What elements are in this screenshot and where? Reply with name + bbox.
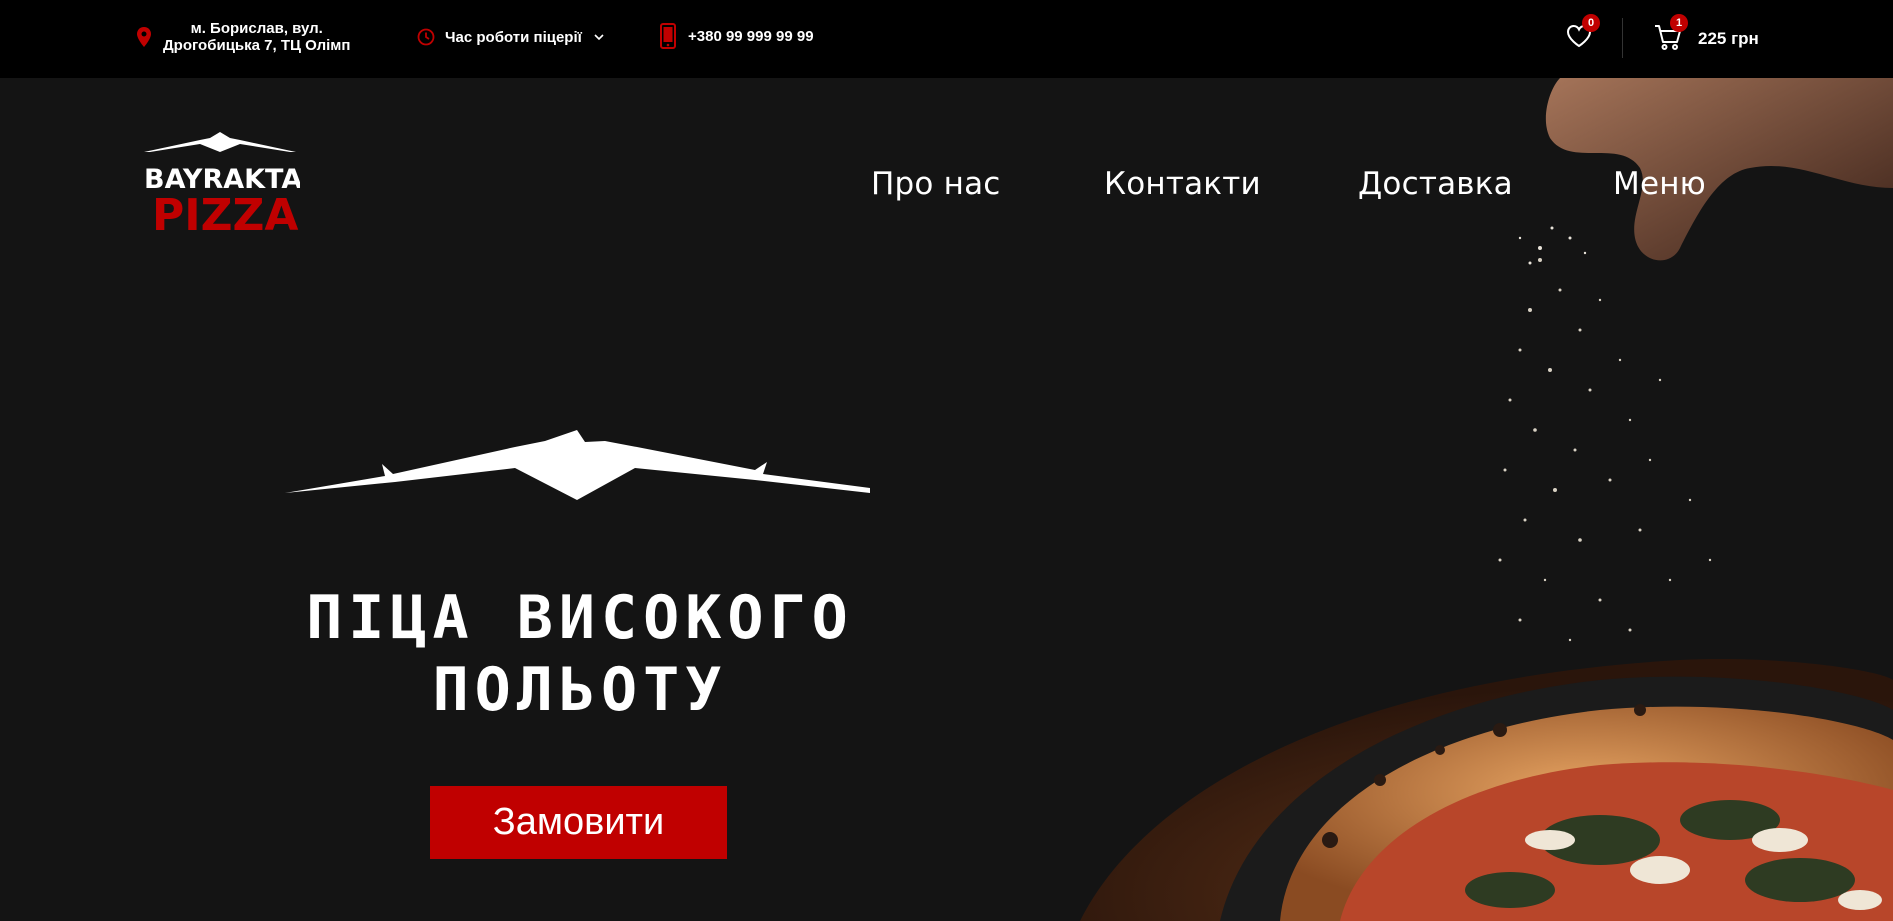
top-bar: м. Борислав, вул. Дрогобицька 7, ТЦ Олім… xyxy=(0,0,1893,78)
location-pin-icon xyxy=(137,27,151,47)
bayraktar-pizza-logo[interactable]: BAYRAKTAR PIZZA xyxy=(140,130,300,240)
nav-item-about[interactable]: Про нас xyxy=(871,166,1001,202)
cart-count-badge: 1 xyxy=(1670,14,1688,32)
clock-icon xyxy=(417,28,435,46)
logo-text-bottom: PIZZA xyxy=(152,190,298,240)
phone-link[interactable]: +380 99 999 99 99 xyxy=(660,23,814,49)
cart-total[interactable]: 225 грн xyxy=(1698,29,1759,49)
phone-icon xyxy=(660,23,676,49)
nav-item-contacts[interactable]: Контакти xyxy=(1104,166,1261,202)
hero-headline: ПІЦА ВИСОКОГО ПОЛЬОТУ xyxy=(200,582,960,726)
nav-item-menu[interactable]: Меню xyxy=(1613,166,1706,202)
order-button[interactable]: Замовити xyxy=(430,786,727,859)
address-block[interactable]: м. Борислав, вул. Дрогобицька 7, ТЦ Олім… xyxy=(137,20,350,54)
chevron-down-icon xyxy=(594,33,604,40)
phone-number: +380 99 999 99 99 xyxy=(688,27,814,45)
pizza-image xyxy=(1080,659,1893,921)
drone-icon xyxy=(285,430,870,500)
address-line-1: м. Борислав, вул. xyxy=(190,20,323,37)
hero-headline-line-1: ПІЦА ВИСОКОГО xyxy=(306,583,854,653)
opening-hours-label: Час роботи піцерії xyxy=(445,28,582,46)
nav-item-delivery[interactable]: Доставка xyxy=(1358,166,1513,202)
cheese-sprinkle-image xyxy=(1498,258,1712,642)
wishlist-count-badge: 0 xyxy=(1582,14,1600,32)
divider xyxy=(1622,18,1623,58)
opening-hours-dropdown[interactable]: Час роботи піцерії xyxy=(417,28,604,46)
wishlist-button[interactable]: 0 xyxy=(1566,14,1600,50)
address-line-2: Дрогобицька 7, ТЦ Олімп xyxy=(163,37,351,54)
cart-button[interactable]: 1 xyxy=(1653,14,1688,52)
hero-headline-line-2: ПОЛЬОТУ xyxy=(432,655,728,725)
